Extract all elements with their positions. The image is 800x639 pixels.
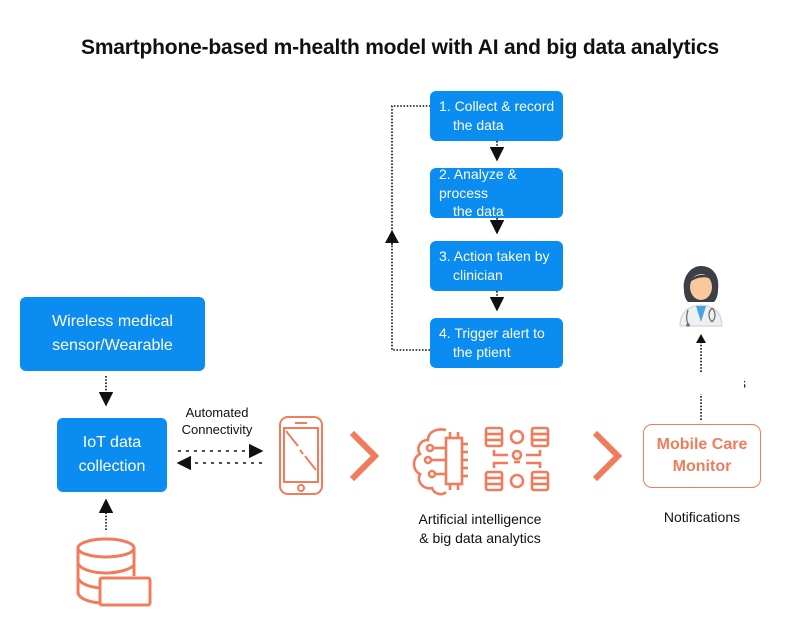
big-data-network-icon — [484, 426, 550, 492]
ai-brain-chip-icon — [412, 428, 468, 496]
arrow-feedback-loop — [391, 232, 430, 351]
database-icon — [76, 537, 152, 607]
flow-chevron-icon — [592, 430, 623, 482]
flow-chevron-icon — [349, 430, 380, 482]
diagram-connectors — [76, 105, 744, 607]
loop-arrowhead-up — [385, 230, 399, 243]
arrow-feedback-loop-top — [391, 105, 430, 245]
loop-arrows — [391, 105, 505, 351]
smartphone-icon — [279, 416, 323, 495]
arrowhead-to-doctor — [696, 334, 706, 343]
doctor-avatar-icon — [679, 266, 723, 327]
label-gap — [660, 372, 744, 394]
